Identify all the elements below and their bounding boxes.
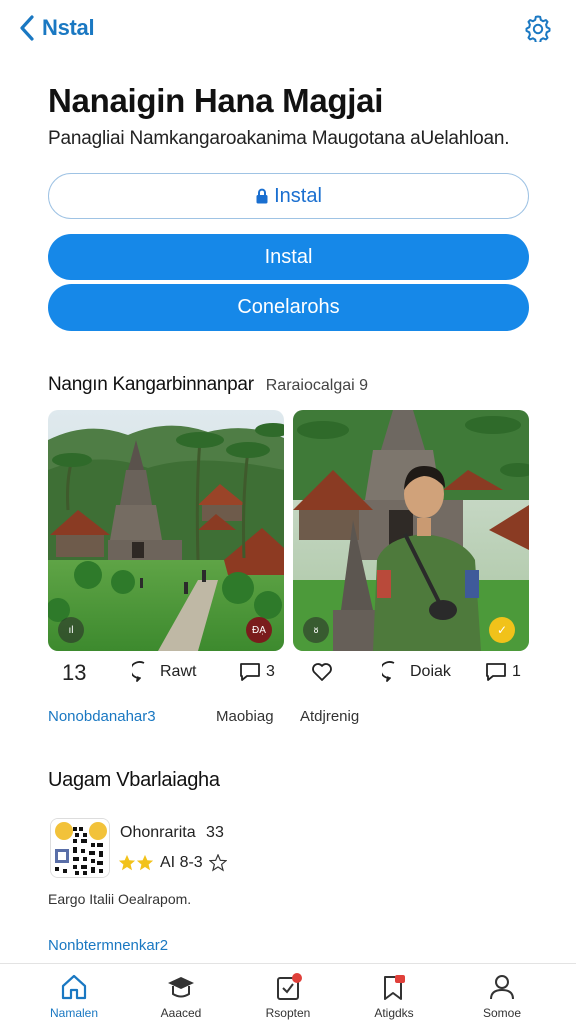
more-link[interactable]: Nonbtermnenkar2 — [48, 937, 168, 954]
star-outline-icon — [208, 854, 227, 872]
tab-home[interactable]: Namalen — [34, 972, 114, 1020]
person-icon — [490, 975, 514, 1000]
clipboard-icon — [277, 973, 302, 1000]
temple-garden-image — [48, 410, 284, 651]
qr-code-icon — [51, 819, 109, 877]
link-primary[interactable]: Nonobdanahar3 — [48, 708, 156, 725]
graduation-cap-icon — [168, 977, 194, 998]
comment-icon — [240, 663, 260, 681]
heart-icon — [312, 663, 332, 681]
listing-name: Ohonrarita 33 — [120, 824, 224, 842]
chat-bubble-icon — [382, 661, 395, 682]
tab-home-label: Namalen — [49, 1006, 99, 1020]
back-label: Nstal — [42, 15, 95, 40]
comments-left-count: 3 — [266, 663, 275, 680]
chevron-left-icon — [20, 15, 34, 41]
share-right-label: Doiak — [410, 663, 451, 680]
comments-right-count: 1 — [512, 663, 521, 680]
share-left[interactable]: Rawt — [132, 660, 196, 684]
gallery-title: Nangın Kangarbinnanpar — [48, 374, 254, 395]
card2-badge-right: ✓ — [489, 617, 515, 643]
secondary-button[interactable]: Conelarohs — [48, 284, 529, 331]
listing-name-text: Ohonrarita — [120, 824, 196, 841]
photo-actions: 13 Rawt 3 Doiak 1 — [48, 660, 529, 692]
gear-icon[interactable] — [524, 14, 552, 42]
tab-activities[interactable]: Atigdks — [354, 972, 434, 1020]
card1-badge-right: ĐẠ — [246, 617, 272, 643]
app-title: Nanaigin Hana Magjai — [48, 82, 384, 119]
share-right[interactable]: Doiak — [382, 660, 451, 684]
rating-row: AI 8-3 — [118, 854, 227, 872]
comments-left[interactable]: 3 — [238, 660, 275, 684]
back-button[interactable]: Nstal — [18, 14, 95, 42]
tab-reports[interactable]: Rsopten — [248, 972, 328, 1020]
lock-icon — [256, 188, 268, 204]
install-outline-label: Instal — [274, 184, 322, 207]
card2-badge-left: ᴕ — [303, 617, 329, 643]
star-filled-icon — [136, 854, 154, 871]
bottom-tab-bar: Namalen Aaaced Rsopten Atigdks Somoe — [0, 963, 576, 1024]
qr-code-thumbnail[interactable] — [50, 818, 110, 878]
card1-badge-left: ıl — [58, 617, 84, 643]
home-icon — [61, 974, 87, 1000]
section-title: Uagam Vbarlaiagha — [48, 769, 220, 791]
chat-bubble-icon — [132, 661, 145, 682]
link-tertiary[interactable]: Atdjrenig — [300, 708, 359, 725]
comments-right[interactable]: 1 — [484, 660, 521, 684]
tab-profile-label: Somoe — [482, 1006, 522, 1020]
top-bar: Nstal — [0, 0, 576, 60]
listing-description: Eargo Italii Oealrapom. — [48, 891, 192, 907]
install-button[interactable]: Instal — [48, 234, 529, 280]
like-count-left[interactable]: 13 — [62, 660, 86, 686]
rating-text: AI 8-3 — [160, 854, 203, 871]
gallery-photo-boy-temple[interactable]: ᴕ ✓ — [293, 410, 529, 651]
gallery-photo-temple-garden[interactable]: ıl ĐẠ — [48, 410, 284, 651]
app-subtitle: Panagliai Namkangaroakanima Maugotana aU… — [48, 128, 510, 149]
share-left-label: Rawt — [160, 663, 197, 680]
like-right[interactable] — [310, 660, 338, 684]
tab-reports-label: Rsopten — [265, 1006, 311, 1020]
gallery-count[interactable]: Raraiocalgai 9 — [266, 377, 368, 395]
link-row: Nonobdanahar3 Maobiag Atdjrenig — [48, 708, 529, 730]
install-outline-button[interactable]: Instal — [48, 173, 529, 219]
star-filled-icon — [118, 854, 136, 871]
boy-temple-image — [293, 410, 529, 651]
gallery-header: Nangın Kangarbinnanpar Raraiocalgai 9 — [48, 374, 368, 396]
link-secondary[interactable]: Maobiag — [216, 708, 274, 725]
bookmark-list-icon — [384, 975, 405, 1000]
tab-academy-label: Aaaced — [160, 1006, 202, 1020]
tab-activities-label: Atigdks — [374, 1006, 414, 1020]
tab-academy[interactable]: Aaaced — [141, 972, 221, 1020]
comment-icon — [486, 663, 506, 681]
listing-name-count: 33 — [206, 824, 224, 841]
tab-profile[interactable]: Somoe — [462, 972, 542, 1020]
